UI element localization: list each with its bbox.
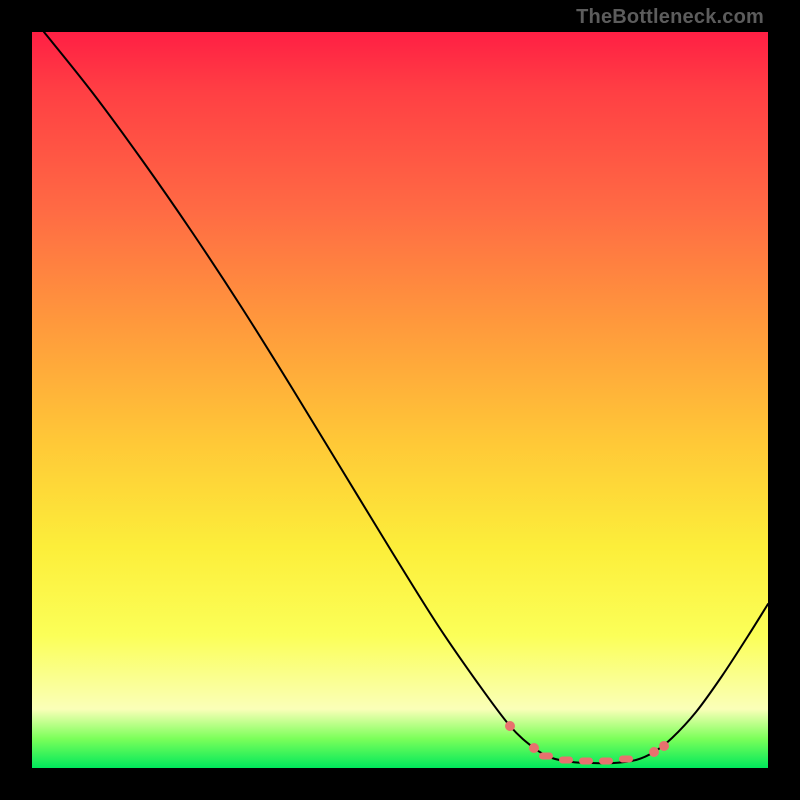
marker-dash: [579, 758, 593, 765]
plot-frame: [32, 32, 768, 768]
marker-dash: [619, 756, 633, 763]
bottleneck-curve-plot: [32, 32, 768, 768]
marker-dot: [649, 747, 659, 757]
marker-dot: [505, 721, 515, 731]
marker-dot: [529, 743, 539, 753]
marker-dash: [599, 758, 613, 765]
marker-dash: [559, 757, 573, 764]
marker-dash: [539, 753, 553, 760]
marker-dot: [659, 741, 669, 751]
attribution-text: TheBottleneck.com: [576, 6, 764, 29]
bottleneck-curve: [44, 32, 768, 763]
